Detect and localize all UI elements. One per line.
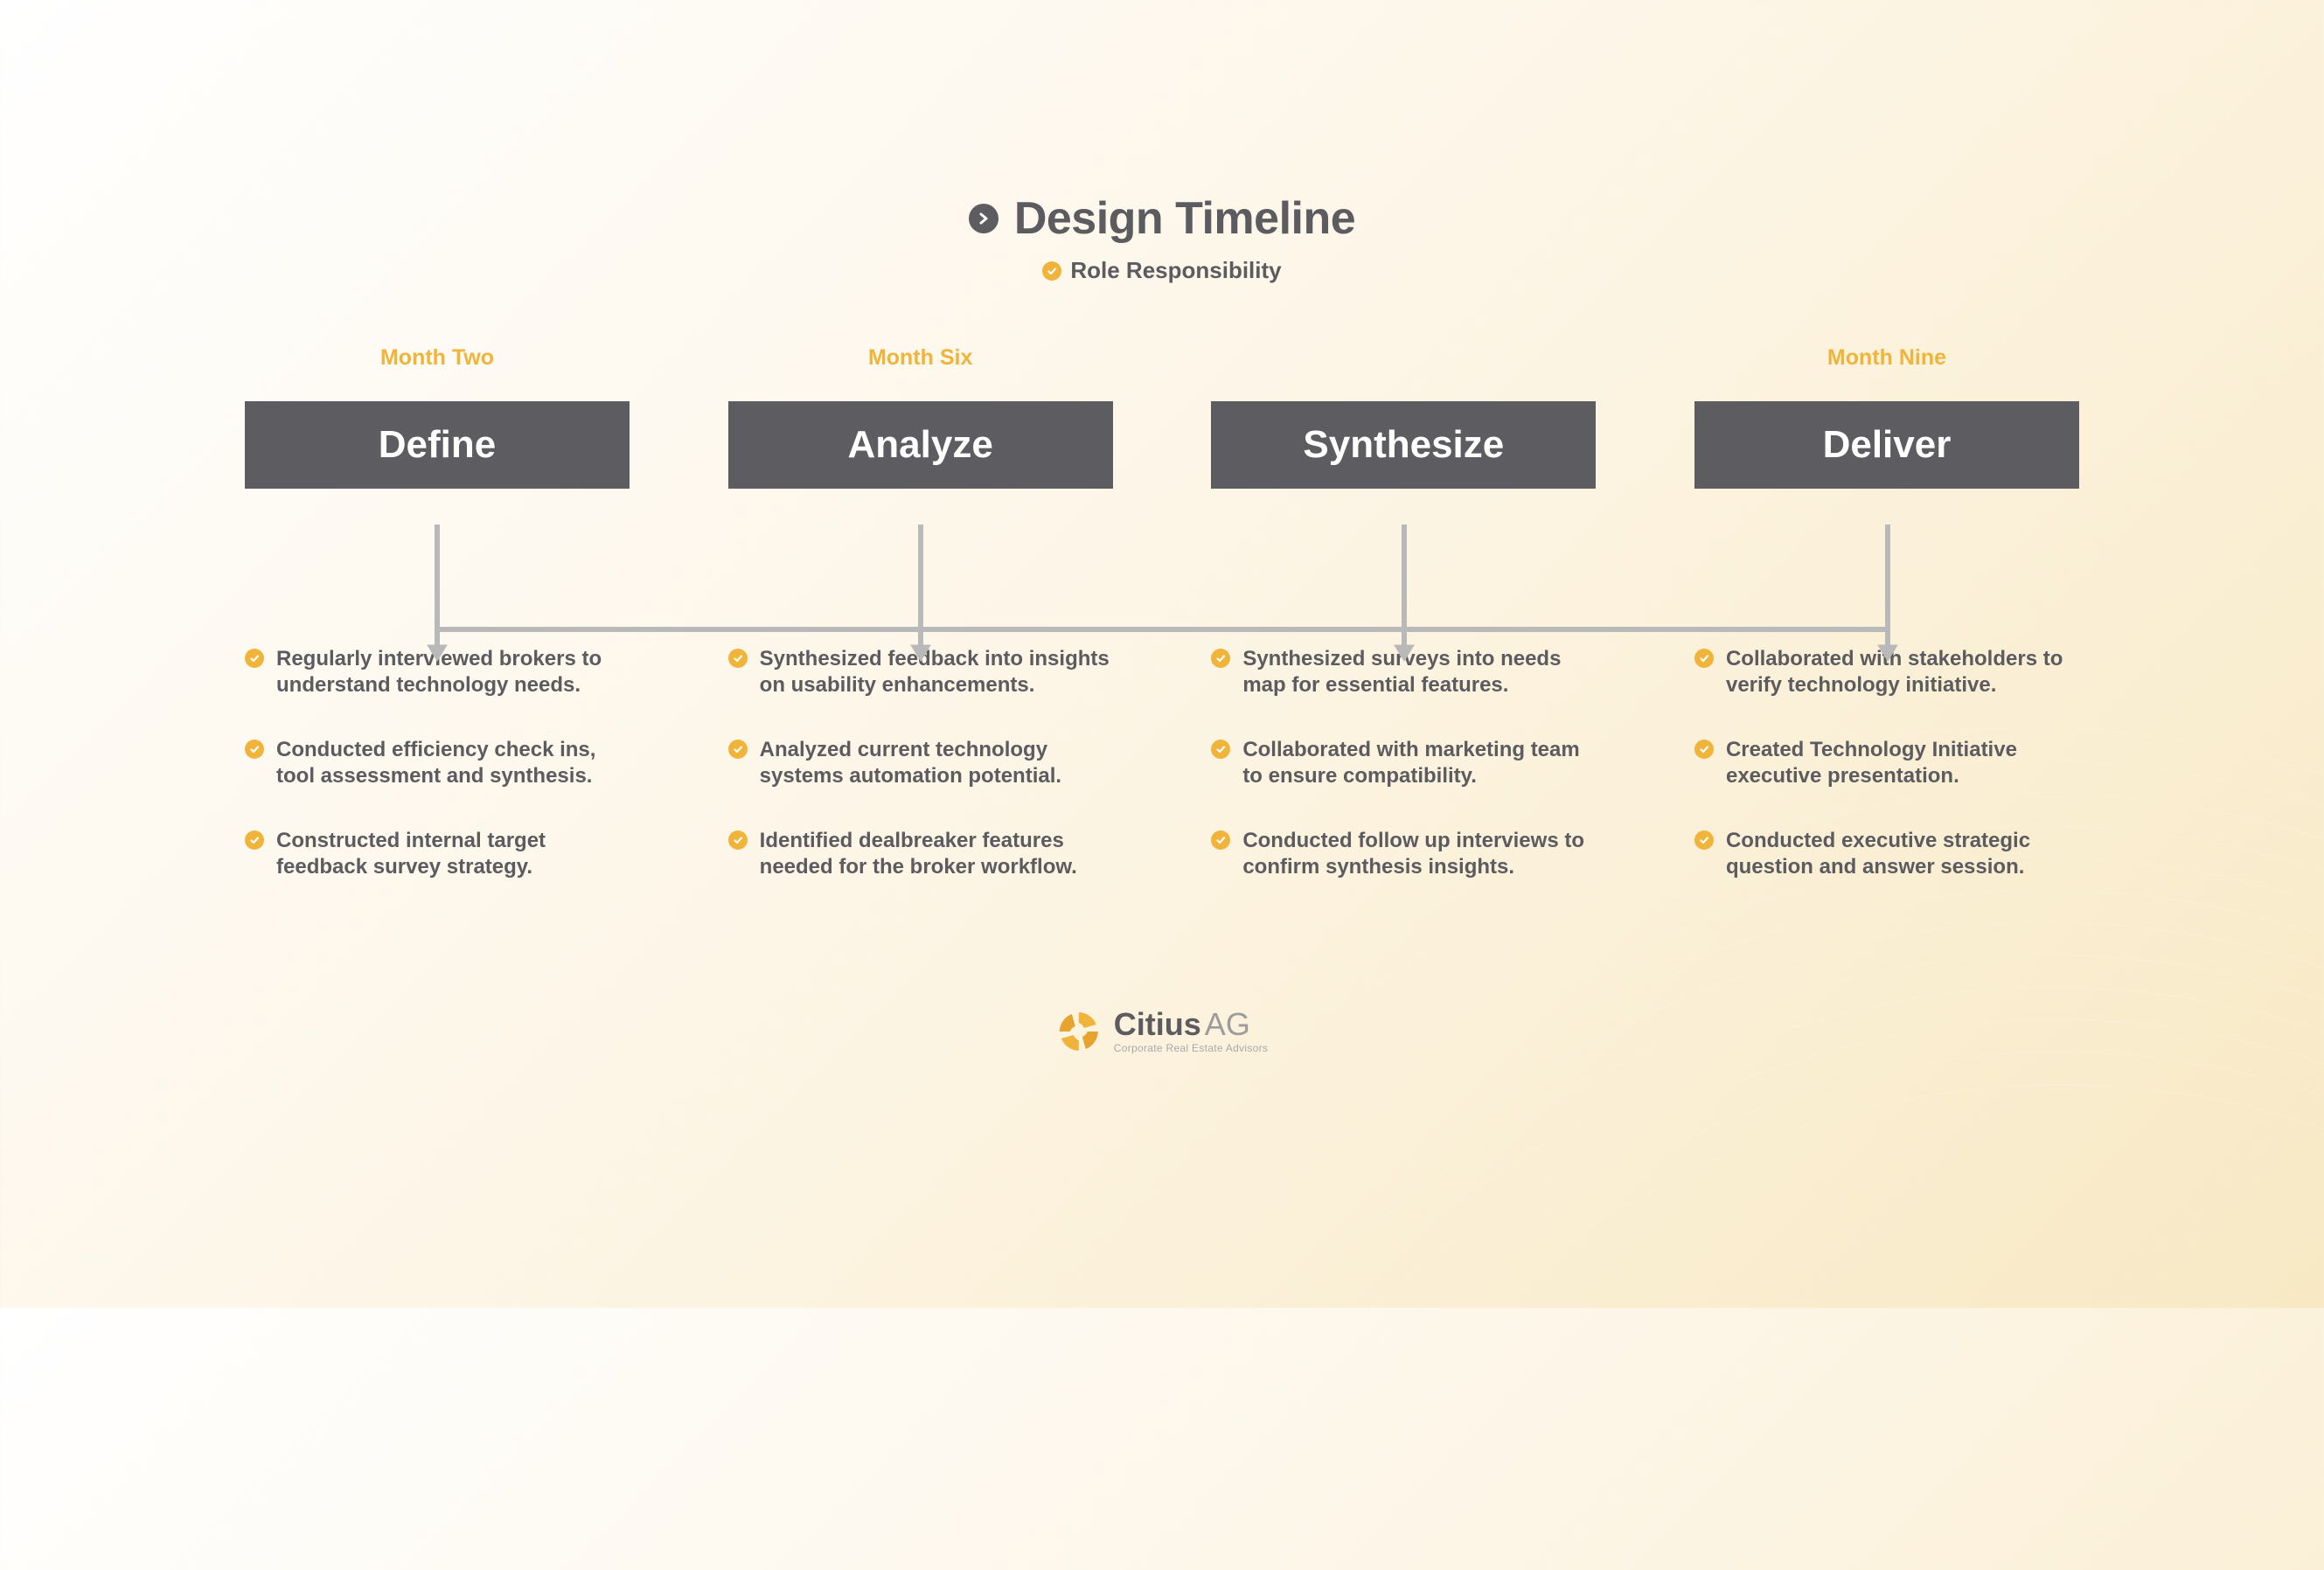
check-circle-icon [245, 649, 264, 668]
bullet-text: Identified dealbreaker features needed f… [760, 828, 1113, 880]
bullet-item: Constructed internal target feedback sur… [245, 828, 630, 880]
check-circle-icon [1694, 649, 1714, 668]
bullet-item: Analyzed current technology systems auto… [728, 737, 1113, 789]
stage-synthesize: Synthesize [1211, 401, 1596, 489]
slide-root: Design Timeline Role Responsibility Mont… [0, 0, 2324, 1308]
logo-text: CitiusAG Corporate Real Estate Advisors [1114, 1009, 1268, 1054]
page-subtitle: Role Responsibility [1070, 257, 1281, 284]
bullet-text: Created Technology Initiative executive … [1726, 737, 2079, 789]
check-circle-icon [1042, 261, 1061, 281]
stage-define: Define [245, 401, 630, 489]
subtitle-line: Role Responsibility [1042, 257, 1281, 284]
stage-deliver: Deliver [1694, 401, 2079, 489]
month-label: Month Two [380, 345, 494, 387]
check-circle-icon [728, 830, 748, 850]
title-block: Design Timeline Role Responsibility [0, 192, 2324, 284]
company-logo: CitiusAG Corporate Real Estate Advisors [1056, 1009, 1268, 1054]
timeline-column: Month Two Define Regularly interviewed b… [245, 345, 630, 880]
bullet-text: Conducted executive strategic question a… [1726, 828, 2079, 880]
chevron-right-circle-icon [969, 204, 998, 233]
bullet-list: Synthesized surveys into needs map for e… [1211, 646, 1596, 880]
bullet-list: Synthesized feedback into insights on us… [728, 646, 1113, 880]
stage-analyze: Analyze [728, 401, 1113, 489]
month-label: Month Nine [1827, 345, 1946, 387]
bullet-text: Collaborated with stakeholders to verify… [1726, 646, 2079, 698]
check-circle-icon [1211, 649, 1230, 668]
page-title: Design Timeline [1014, 192, 1355, 245]
title-line: Design Timeline [969, 192, 1355, 245]
check-circle-icon [1211, 830, 1230, 850]
logo-name-main: Citius [1114, 1006, 1201, 1042]
bullet-item: Conducted efficiency check ins, tool ass… [245, 737, 630, 789]
bullet-item: Synthesized surveys into needs map for e… [1211, 646, 1596, 698]
bullet-item: Collaborated with stakeholders to verify… [1694, 646, 2079, 698]
check-circle-icon [245, 830, 264, 850]
bullet-item: Conducted follow up interviews to confir… [1211, 828, 1596, 880]
bullet-item: Conducted executive strategic question a… [1694, 828, 2079, 880]
bullet-text: Constructed internal target feedback sur… [276, 828, 630, 880]
bullet-list: Collaborated with stakeholders to verify… [1694, 646, 2079, 880]
bullet-text: Regularly interviewed brokers to underst… [276, 646, 630, 698]
check-circle-icon [728, 740, 748, 759]
check-circle-icon [1694, 830, 1714, 850]
check-circle-icon [1694, 740, 1714, 759]
timeline-columns: Month Two Define Regularly interviewed b… [0, 345, 2324, 880]
bullet-item: Collaborated with marketing team to ensu… [1211, 737, 1596, 789]
timeline-column: Synthesize Synthesized surveys into need… [1211, 345, 1596, 880]
bullet-text: Synthesized surveys into needs map for e… [1242, 646, 1596, 698]
check-circle-icon [728, 649, 748, 668]
bullet-text: Collaborated with marketing team to ensu… [1242, 737, 1596, 789]
check-circle-icon [245, 740, 264, 759]
bullet-text: Synthesized feedback into insights on us… [760, 646, 1113, 698]
bullet-item: Synthesized feedback into insights on us… [728, 646, 1113, 698]
logo-tagline: Corporate Real Estate Advisors [1114, 1042, 1268, 1054]
logo-name: CitiusAG [1114, 1009, 1268, 1040]
check-circle-icon [1211, 740, 1230, 759]
bullet-text: Conducted efficiency check ins, tool ass… [276, 737, 630, 789]
bullet-item: Identified dealbreaker features needed f… [728, 828, 1113, 880]
bullet-text: Analyzed current technology systems auto… [760, 737, 1113, 789]
logo-mark-icon [1056, 1009, 1102, 1054]
timeline-column: Month Six Analyze Synthesized feedback i… [728, 345, 1113, 880]
bullet-item: Regularly interviewed brokers to underst… [245, 646, 630, 698]
bullet-list: Regularly interviewed brokers to underst… [245, 646, 630, 880]
logo-name-suffix: AG [1205, 1006, 1250, 1042]
bullet-item: Created Technology Initiative executive … [1694, 737, 2079, 789]
month-label: Month Six [868, 345, 972, 387]
bullet-text: Conducted follow up interviews to confir… [1242, 828, 1596, 880]
timeline-column: Month Nine Deliver Collaborated with sta… [1694, 345, 2079, 880]
